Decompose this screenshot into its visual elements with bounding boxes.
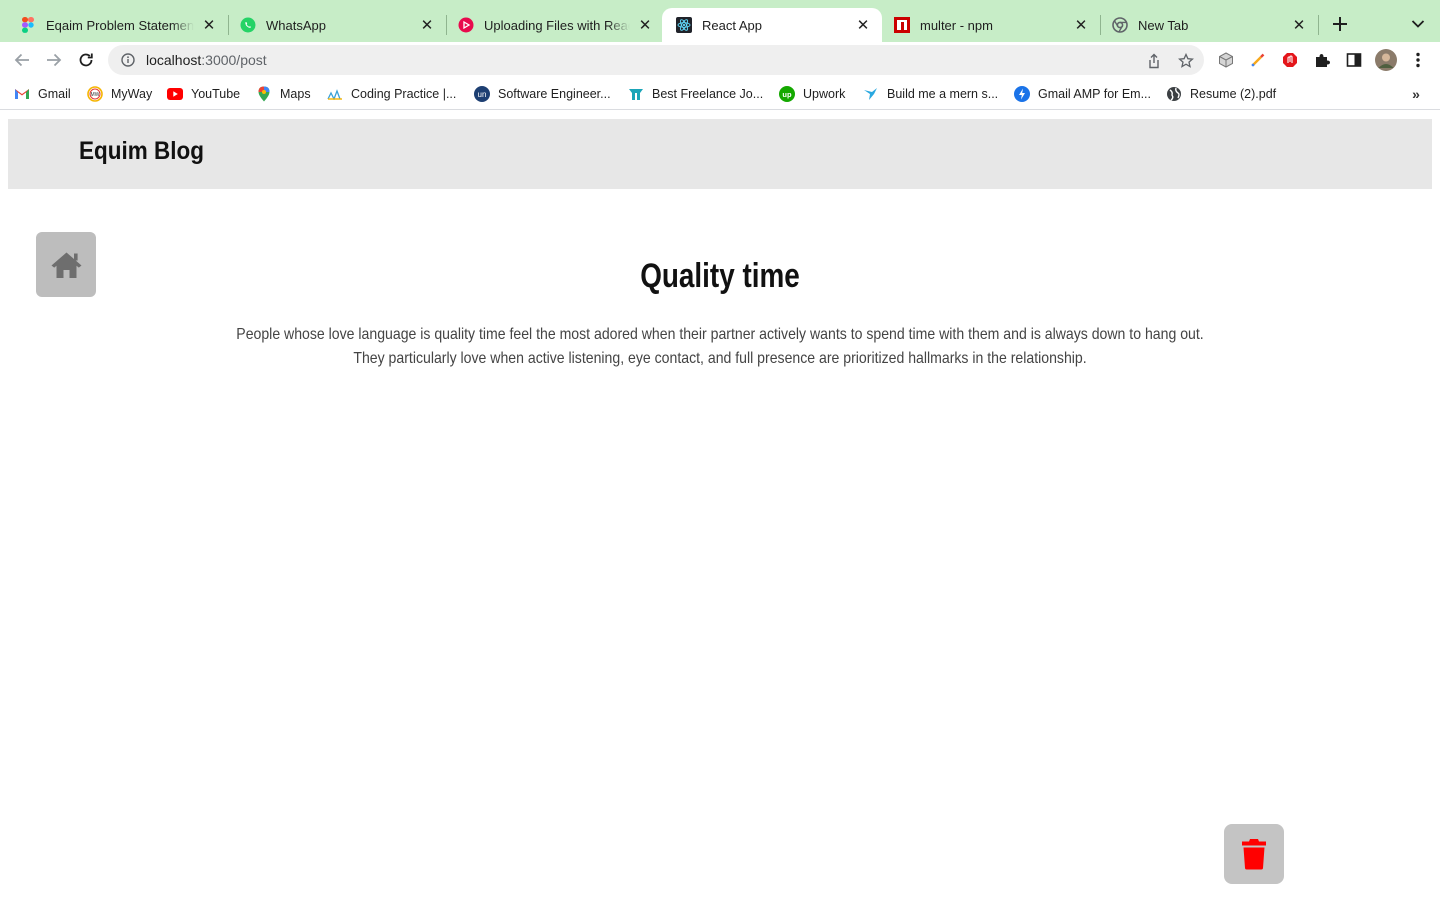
tab-separator — [1318, 15, 1319, 35]
close-icon[interactable]: ✕ — [1290, 16, 1308, 34]
plus-icon — [1333, 17, 1347, 31]
svg-text:up: up — [782, 90, 792, 99]
bookmark-software-engineer[interactable]: un Software Engineer... — [474, 84, 611, 104]
colorpicker-extension-icon[interactable] — [1248, 50, 1268, 70]
adblock-extension-icon[interactable] — [1280, 50, 1300, 70]
bookmark-myway[interactable]: MW MyWay — [87, 84, 152, 104]
arrow-left-icon — [14, 53, 29, 67]
new-tab-button[interactable] — [1328, 12, 1352, 36]
bookmark-label: Resume (2).pdf — [1190, 87, 1277, 101]
bookmark-label: Maps — [280, 87, 311, 101]
un-icon: un — [474, 86, 490, 102]
browser-toolbar: localhost:3000/post — [0, 42, 1440, 78]
npm-icon — [894, 17, 910, 33]
delete-post-button[interactable] — [1224, 824, 1284, 884]
app-header: Equim Blog — [8, 119, 1432, 189]
reload-button[interactable] — [74, 48, 98, 72]
youtube-icon — [167, 86, 183, 102]
react-icon — [676, 17, 692, 33]
post-body: People whose love language is quality ti… — [160, 323, 1280, 371]
reload-icon — [79, 53, 93, 67]
bookmark-label: Upwork — [803, 87, 846, 101]
trash-icon — [1242, 839, 1266, 870]
close-icon[interactable]: ✕ — [200, 16, 218, 34]
site-brand[interactable]: Equim Blog — [79, 137, 204, 166]
bookmark-label: Gmail — [38, 87, 71, 101]
upwork-icon: up — [779, 86, 795, 102]
chrome-icon — [1112, 17, 1128, 33]
star-icon[interactable] — [1176, 51, 1196, 71]
tab-multer-npm[interactable]: multer - npm ✕ — [880, 8, 1100, 42]
page-viewport: Equim Blog Quality time People whose lov… — [0, 111, 1440, 900]
whatsapp-icon — [240, 17, 256, 33]
close-icon[interactable]: ✕ — [636, 16, 654, 34]
tab-title: React App — [702, 17, 762, 33]
amp-icon — [1014, 86, 1030, 102]
bookmark-label: YouTube — [191, 87, 241, 101]
side-panel-icon[interactable] — [1344, 50, 1364, 70]
bookmark-label: Best Freelance Jo... — [652, 87, 764, 101]
bookmark-label: Gmail AMP for Em... — [1038, 87, 1151, 101]
bookmark-coding-practice[interactable]: Coding Practice |... — [327, 84, 456, 104]
bookmark-upwork[interactable]: up Upwork — [779, 84, 845, 104]
close-icon[interactable]: ✕ — [418, 16, 436, 34]
tab-title: WhatsApp — [266, 17, 326, 33]
share-icon[interactable] — [1144, 51, 1164, 71]
bookmark-resume[interactable]: Resume (2).pdf — [1166, 84, 1276, 104]
gmail-icon — [14, 86, 30, 102]
tab-title: New Tab — [1138, 17, 1189, 33]
coding-practice-icon — [327, 86, 343, 102]
arrow-right-icon — [47, 53, 62, 67]
svg-text:MW: MW — [91, 92, 100, 98]
home-icon — [51, 252, 81, 278]
tab-figma[interactable]: Eqaim Problem Statement - ✕ — [6, 8, 228, 42]
cube-extension-icon[interactable] — [1216, 50, 1236, 70]
bookmarks-bar: Gmail MW MyWay YouTube Maps Coding Pract… — [0, 78, 1440, 110]
bird-icon — [863, 86, 879, 102]
tab-uploading-files[interactable]: Uploading Files with React. ✕ — [444, 8, 664, 42]
freelance-icon — [628, 86, 644, 102]
address-bar[interactable]: localhost:3000/post — [108, 45, 1204, 75]
bookmark-youtube[interactable]: YouTube — [167, 84, 240, 104]
maps-icon — [256, 86, 272, 102]
bookmark-label: Coding Practice |... — [351, 87, 457, 101]
svg-text:un: un — [478, 90, 487, 99]
bookmark-label: Software Engineer... — [498, 87, 611, 101]
forward-button[interactable] — [42, 48, 66, 72]
tab-title: Uploading Files with React. — [484, 17, 630, 33]
tab-react-app[interactable]: React App ✕ — [662, 8, 882, 42]
tab-new-tab[interactable]: New Tab ✕ — [1098, 8, 1318, 42]
bookmark-label: Build me a mern s... — [887, 87, 999, 101]
bookmark-build-mern[interactable]: Build me a mern s... — [863, 84, 998, 104]
kebab-menu-icon[interactable] — [1408, 50, 1428, 70]
puzzle-icon[interactable] — [1312, 50, 1332, 70]
close-icon[interactable]: ✕ — [1072, 16, 1090, 34]
tab-strip: Eqaim Problem Statement - ✕ WhatsApp ✕ U… — [0, 0, 1440, 42]
tab-whatsapp[interactable]: WhatsApp ✕ — [226, 8, 446, 42]
bookmark-gmail[interactable]: Gmail — [14, 84, 71, 104]
back-button[interactable] — [10, 48, 34, 72]
info-icon[interactable] — [120, 52, 136, 68]
globe-icon — [1166, 86, 1182, 102]
bookmark-label: MyWay — [111, 87, 153, 101]
bookmark-maps[interactable]: Maps — [256, 84, 311, 104]
url-text[interactable]: localhost:3000/post — [146, 52, 267, 68]
bookmark-best-freelance[interactable]: Best Freelance Jo... — [628, 84, 763, 104]
chevron-down-icon — [1411, 20, 1425, 28]
url-path: :3000/post — [201, 52, 267, 68]
profile-avatar[interactable] — [1374, 48, 1398, 72]
tab-search-button[interactable] — [1406, 12, 1430, 36]
tab-title: Eqaim Problem Statement - — [46, 17, 194, 33]
bookmark-gmail-amp[interactable]: Gmail AMP for Em... — [1014, 84, 1151, 104]
post-title: Quality time — [640, 257, 800, 295]
more-bookmarks-button[interactable]: » — [1406, 84, 1426, 104]
url-host: localhost — [146, 52, 202, 68]
figma-icon — [20, 17, 36, 33]
myway-icon: MW — [87, 86, 103, 102]
post-body-text: People whose love language is quality ti… — [236, 326, 1204, 367]
tab-title: multer - npm — [920, 17, 993, 33]
home-button[interactable] — [36, 232, 96, 297]
close-icon[interactable]: ✕ — [854, 16, 872, 34]
pluralsight-icon — [458, 17, 474, 33]
